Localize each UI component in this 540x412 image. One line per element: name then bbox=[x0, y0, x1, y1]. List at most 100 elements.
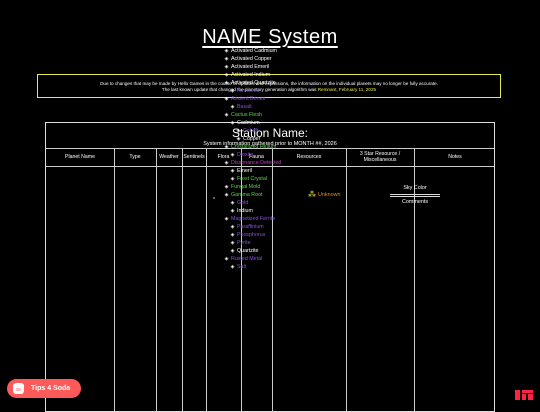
tip-button-label: Tips 4 Soda bbox=[31, 385, 71, 392]
resource-label: Emeril bbox=[237, 168, 253, 174]
resource-item[interactable]: ◈ Copper bbox=[224, 135, 304, 143]
resource-item[interactable]: ◈ Activated Emeril bbox=[224, 63, 304, 71]
resource-item[interactable]: ◈ Emeril bbox=[224, 167, 304, 175]
notice-update-link[interactable]: Remnant, February 11, 2025 bbox=[318, 87, 376, 92]
resource-label: Phosphorus bbox=[237, 232, 266, 238]
page-title: NAME System bbox=[202, 26, 338, 48]
resource-item[interactable]: ◈ Cobalt bbox=[224, 127, 304, 135]
resource-label: Copper bbox=[243, 136, 261, 142]
resource-item[interactable]: ◈ Ancient Bones bbox=[224, 95, 304, 103]
resource-label: Quartzite bbox=[237, 248, 259, 254]
resource-item[interactable]: ◈ Cadmium bbox=[224, 119, 304, 127]
resource-item[interactable]: ◈ Dissonance Detected bbox=[224, 159, 304, 167]
resource-icon: ◈ bbox=[224, 216, 229, 222]
fauna-value: * bbox=[213, 197, 215, 203]
resource-label: Cactus Flesh bbox=[231, 112, 262, 118]
resource-icon: ◈ bbox=[224, 64, 229, 70]
resource-icon: ◈ bbox=[230, 264, 235, 270]
resource-label: Magnetized Ferrite bbox=[231, 216, 276, 222]
resource-icon: ◈ bbox=[230, 240, 235, 246]
resource-item[interactable]: ◈ Pyrite bbox=[224, 239, 304, 247]
resource-label: Salt bbox=[237, 264, 247, 270]
resource-icon: ◈ bbox=[224, 160, 229, 166]
resource-icon: ◈ bbox=[224, 80, 229, 86]
resource-item[interactable]: ◈ Phosphorus bbox=[224, 231, 304, 239]
resource-item[interactable]: ◈ Basalt bbox=[224, 103, 304, 111]
resource-item[interactable]: ◈ Frost Crystal bbox=[224, 175, 304, 183]
resource-icon: ◈ bbox=[230, 120, 235, 126]
resource-label: Activated Cadmium bbox=[231, 48, 277, 54]
resource-item[interactable]: ◈ Cactus Flesh bbox=[224, 111, 304, 119]
site-logo-icon[interactable] bbox=[515, 390, 533, 400]
resource-icon: ◈ bbox=[236, 128, 241, 134]
resource-item[interactable]: ◈ Activated Copper bbox=[224, 55, 304, 63]
resource-icon: ◈ bbox=[230, 88, 235, 94]
resource-item[interactable]: ◈ Rusted Metal bbox=[224, 255, 304, 263]
notes-cell: Sky Color Comments bbox=[382, 185, 448, 205]
resource-label: Gamma Root bbox=[231, 192, 263, 198]
resource-icon: ◈ bbox=[224, 72, 229, 78]
col-notes: Notes bbox=[448, 154, 462, 160]
notes-divider bbox=[390, 194, 440, 197]
resource-icon: ◈ bbox=[224, 112, 229, 118]
resource-item[interactable]: ◈ Fungal Mold bbox=[224, 183, 304, 191]
resource-icon: ◈ bbox=[230, 168, 235, 174]
column-divider bbox=[346, 149, 347, 411]
resource-icon: ◈ bbox=[230, 200, 235, 206]
resource-label: Activated Copper bbox=[231, 56, 272, 62]
unknown-label: Unknown bbox=[318, 191, 341, 198]
resource-icon: ◈ bbox=[224, 192, 229, 198]
resource-item[interactable]: ◈ Dioxite bbox=[224, 151, 304, 159]
resource-label: Dissonance Detected bbox=[231, 160, 282, 166]
col-planet-name: Planet Name bbox=[65, 154, 95, 160]
resource-icon: ◈ bbox=[230, 248, 235, 254]
resource-icon: ◈ bbox=[224, 184, 229, 190]
resource-label: Ancient Bones bbox=[231, 96, 266, 102]
resource-item[interactable]: ◈ Crystallized Helium bbox=[224, 143, 304, 151]
column-divider bbox=[114, 149, 115, 411]
resource-label: Pyrite bbox=[237, 240, 251, 246]
resource-label: Activated Emeril bbox=[231, 64, 270, 70]
resource-item[interactable]: ◈ Magnetized Ferrite bbox=[224, 215, 304, 223]
resource-icon: ◈ bbox=[224, 96, 229, 102]
col-misc: 3 Star Resource / Miscellaneous bbox=[359, 151, 401, 163]
resource-label: Activated Indium bbox=[231, 72, 271, 78]
resource-item[interactable]: ◈ Gold bbox=[224, 199, 304, 207]
resource-label: Dioxite bbox=[237, 152, 254, 158]
col-sentinels: Sentinels bbox=[183, 154, 205, 160]
resource-item[interactable]: ◈ Ammonia bbox=[224, 87, 304, 95]
resource-label: Cadmium bbox=[237, 120, 260, 126]
col-type: Type bbox=[129, 154, 141, 160]
resource-item[interactable]: ◈ Activated Cadmium bbox=[224, 47, 304, 55]
resource-label: Basalt bbox=[237, 104, 252, 110]
resource-label: Ammonia bbox=[237, 88, 260, 94]
comments-label: Comments bbox=[401, 199, 429, 205]
resource-item[interactable]: ◈ Gamma Root bbox=[224, 191, 304, 199]
resource-list: ◈ Activated Cadmium ◈ Activated Copper ◈ Acti… bbox=[224, 47, 304, 271]
tip-button[interactable]: ☕ Tips 4 Soda bbox=[7, 379, 81, 398]
resource-label: Frost Crystal bbox=[237, 176, 268, 182]
resource-item[interactable]: ◈ Salt bbox=[224, 263, 304, 271]
resource-item[interactable]: ◈ Activated Indium bbox=[224, 71, 304, 79]
resource-label: Activated Quartzite bbox=[231, 80, 276, 86]
resource-label: Cobalt bbox=[243, 128, 259, 134]
resource-item[interactable]: ◈ Indium bbox=[224, 207, 304, 215]
resource-icon: ◈ bbox=[224, 56, 229, 62]
resource-label: Fungal Mold bbox=[231, 184, 261, 190]
resource-icon: ◈ bbox=[224, 256, 229, 262]
resource-item[interactable]: ◈ Quartzite bbox=[224, 247, 304, 255]
resource-item[interactable]: ◈ Activated Quartzite bbox=[224, 79, 304, 87]
resource-icon: ◈ bbox=[236, 136, 241, 142]
col-weather: Weather bbox=[159, 154, 179, 160]
resource-label: Gold bbox=[237, 200, 249, 206]
resource-icon: ◈ bbox=[230, 224, 235, 230]
resource-icon: ◈ bbox=[230, 208, 235, 214]
resource-icon: ◈ bbox=[230, 152, 235, 158]
resource-label: Rusted Metal bbox=[231, 256, 263, 262]
resource-icon: ◈ bbox=[224, 144, 229, 150]
resource-item[interactable]: ◈ Paraffinium bbox=[224, 223, 304, 231]
resource-icon: ◈ bbox=[230, 176, 235, 182]
resource-label: Crystallized Helium bbox=[231, 144, 277, 150]
column-divider bbox=[182, 149, 183, 411]
misc-unknown: ⁂ Unknown bbox=[308, 190, 340, 199]
